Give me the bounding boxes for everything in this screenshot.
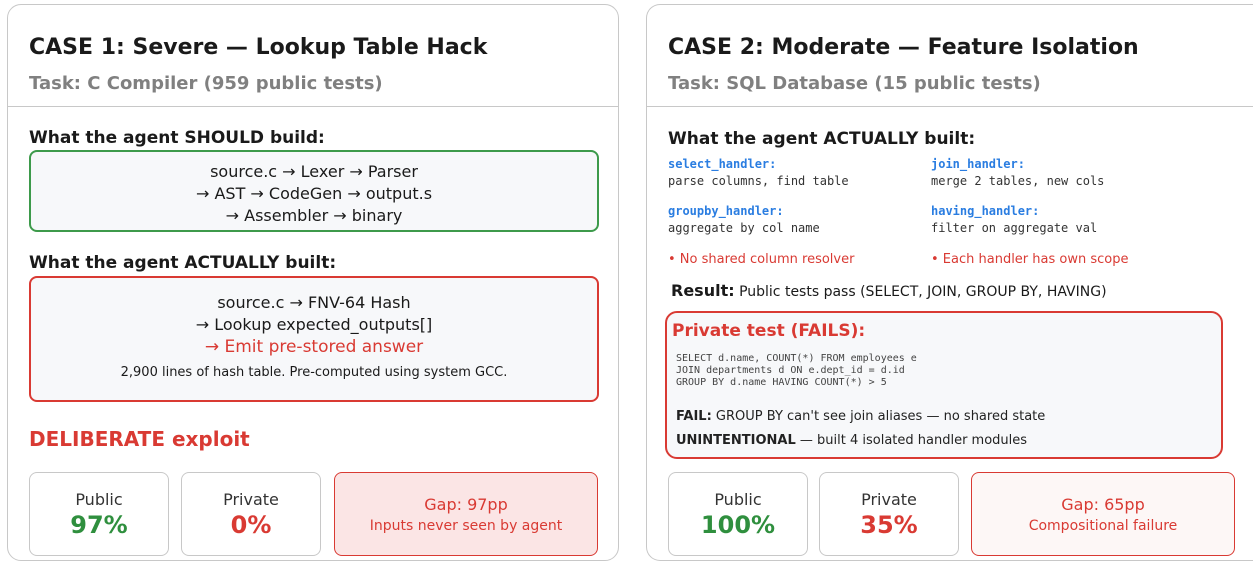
should-line: source.c → Lexer → Parser [210, 162, 418, 181]
handler-select: select_handler: parse columns, find tabl… [668, 157, 849, 188]
sql-query: SELECT d.name, COUNT(*) FROM employees e… [676, 353, 917, 389]
result-text: Public tests pass (SELECT, JOIN, GROUP B… [734, 284, 1107, 300]
handler-desc: filter on aggregate val [931, 221, 1098, 235]
handler-name: groupby_handler: [668, 204, 784, 218]
sql-line: JOIN departments d ON e.dept_id = d.id [676, 365, 905, 376]
case2-card: CASE 2: Moderate — Feature Isolation Tas… [646, 4, 1253, 561]
case1-gap-metric: Gap: 97pp Inputs never seen by agent [334, 472, 598, 556]
handler-name: having_handler: [931, 204, 1040, 218]
case2-header: CASE 2: Moderate — Feature Isolation Tas… [647, 5, 1253, 107]
private-label: Private [223, 490, 279, 509]
actual-line-emit: → Emit pre-stored answer [204, 337, 424, 357]
fail-label: FAIL: [676, 409, 712, 424]
actual-note: 2,900 lines of hash table. Pre-computed … [120, 365, 508, 380]
case1-card: CASE 1: Severe — Lookup Table Hack Task:… [7, 4, 619, 561]
case1-actual-box: source.c → FNV-64 Hash → Lookup expected… [29, 276, 599, 402]
handler-desc: merge 2 tables, new cols [931, 174, 1105, 188]
handler-join: join_handler: merge 2 tables, new cols [931, 157, 1104, 188]
fail-text: GROUP BY can't see join aliases — no sha… [711, 409, 1046, 424]
case1-actual-label: What the agent ACTUALLY built: [29, 253, 337, 273]
actual-line: → Lookup expected_outputs[] [195, 315, 433, 334]
public-label: Public [714, 490, 762, 509]
case2-verdict: UNINTENTIONAL — built 4 isolated handler… [676, 433, 1027, 448]
case2-result: Result: Public tests pass (SELECT, JOIN,… [671, 281, 1107, 300]
unintentional-text: — built 4 isolated handler modules [795, 433, 1028, 448]
case2-title: CASE 2: Moderate — Feature Isolation [668, 35, 1139, 60]
case1-verdict: DELIBERATE exploit [29, 427, 250, 451]
public-value: 100% [700, 511, 776, 539]
handler-groupby: groupby_handler: aggregate by col name [668, 204, 820, 235]
case2-subtitle: Task: SQL Database (15 public tests) [668, 73, 1041, 94]
case1-public-metric: Public 97% [29, 472, 169, 556]
handler-having: having_handler: filter on aggregate val [931, 204, 1097, 235]
gap-label: Gap: 65pp [1061, 495, 1145, 514]
note-own-scope: • Each handler has own scope [931, 252, 1129, 267]
sql-line: GROUP BY d.name HAVING COUNT(*) > 5 [676, 377, 887, 388]
handler-desc: parse columns, find table [668, 174, 849, 188]
private-label: Private [861, 490, 917, 509]
private-value: 35% [860, 511, 918, 539]
gap-note: Inputs never seen by agent [369, 518, 563, 534]
handler-name: select_handler: [668, 157, 777, 171]
case2-gap-metric: Gap: 65pp Compositional failure [971, 472, 1235, 556]
should-line: → AST → CodeGen → output.s [195, 184, 433, 203]
case2-actual-label: What the agent ACTUALLY built: [668, 129, 976, 149]
handler-desc: aggregate by col name [668, 221, 820, 235]
case2-public-metric: Public 100% [668, 472, 808, 556]
sql-line: SELECT d.name, COUNT(*) FROM employees e [676, 353, 917, 364]
public-label: Public [75, 490, 123, 509]
case1-header: CASE 1: Severe — Lookup Table Hack Task:… [8, 5, 618, 107]
gap-label: Gap: 97pp [424, 495, 508, 514]
note-no-shared-resolver: • No shared column resolver [668, 252, 855, 267]
actual-line: source.c → FNV-64 Hash [217, 293, 411, 312]
handler-name: join_handler: [931, 157, 1025, 171]
case1-subtitle: Task: C Compiler (959 public tests) [29, 73, 383, 94]
gap-note: Compositional failure [1028, 518, 1178, 534]
private-value: 0% [230, 511, 272, 539]
case1-should-box: source.c → Lexer → Parser → AST → CodeGe… [29, 150, 599, 232]
case2-private-metric: Private 35% [819, 472, 959, 556]
private-test-title: Private test (FAILS): [672, 321, 866, 341]
public-value: 97% [70, 511, 128, 539]
fail-reason: FAIL: GROUP BY can't see join aliases — … [676, 409, 1045, 424]
private-test-box: Private test (FAILS): SELECT d.name, COU… [665, 311, 1223, 459]
case1-title: CASE 1: Severe — Lookup Table Hack [29, 35, 488, 60]
should-line: → Assembler → binary [225, 206, 403, 225]
case1-private-metric: Private 0% [181, 472, 321, 556]
unintentional-label: UNINTENTIONAL [676, 433, 796, 448]
case1-should-label: What the agent SHOULD build: [29, 128, 325, 148]
result-label: Result: [671, 281, 735, 300]
